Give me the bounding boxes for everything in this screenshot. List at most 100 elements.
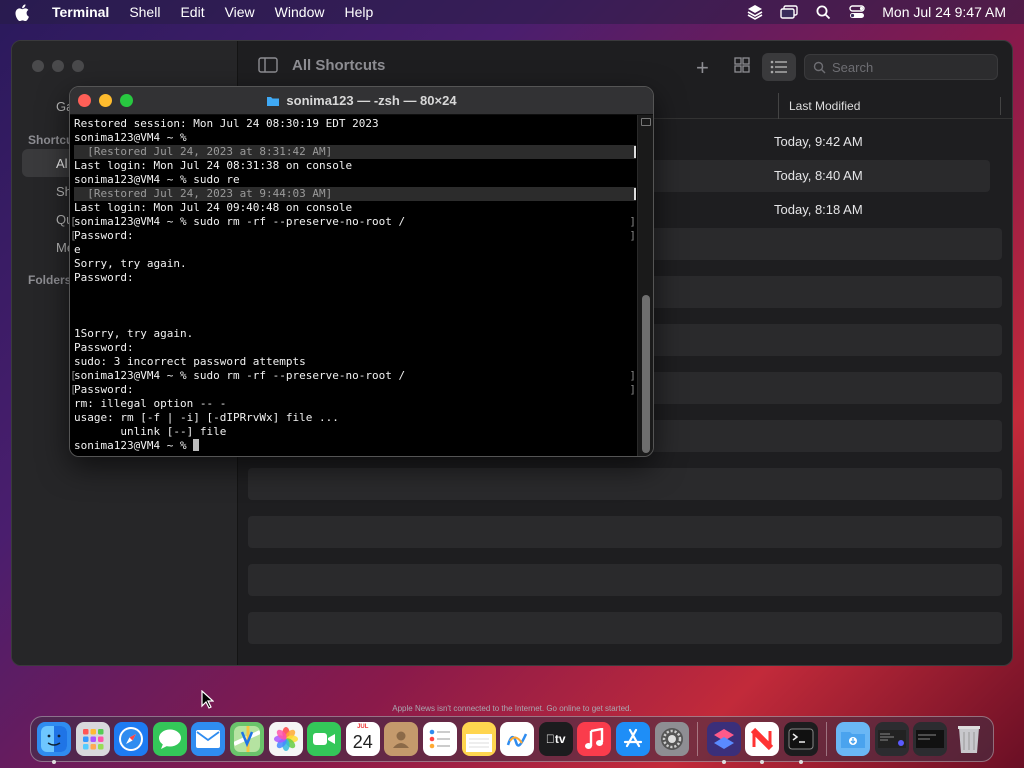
mouse-pointer-icon (201, 689, 215, 714)
shortcuts-window-controls (32, 60, 84, 72)
appstore-icon[interactable] (615, 722, 650, 756)
trash-icon[interactable] (952, 722, 986, 756)
facetime-icon[interactable] (307, 722, 342, 756)
menu-view[interactable]: View (215, 0, 265, 24)
spotlight-search-icon[interactable] (814, 3, 832, 21)
terminal-line: unlink [--] file (74, 425, 227, 438)
control-center-icon[interactable] (848, 3, 866, 21)
terminal-scrollbar[interactable] (637, 115, 653, 456)
messages-icon[interactable] (152, 722, 187, 756)
terminal-line: usage: rm [-f | -i] [-dIPRrvWx] file ... (74, 411, 339, 424)
row-last-modified: Today, 9:42 AM (774, 134, 863, 149)
terminal-line: e (74, 243, 81, 256)
add-shortcut-icon[interactable]: + (696, 55, 709, 81)
column-divider (1000, 97, 1001, 115)
grid-view-icon[interactable] (734, 57, 750, 78)
mail-icon[interactable] (191, 722, 226, 756)
system-settings-icon[interactable] (654, 722, 689, 756)
launchpad-icon[interactable] (75, 722, 110, 756)
row-last-modified: Today, 8:40 AM (774, 168, 863, 183)
terminal-line: sonima123@VM4 ~ % sudo rm -rf --preserve… (70, 215, 638, 229)
search-icon (813, 61, 826, 73)
running-indicator (52, 760, 56, 764)
minimize-button[interactable] (52, 60, 64, 72)
notes-icon[interactable] (461, 722, 496, 756)
menu-edit[interactable]: Edit (170, 0, 214, 24)
terminal-prompt-line[interactable]: sonima123@VM4 ~ % (74, 439, 638, 453)
screen-mirroring-icon[interactable] (780, 3, 798, 21)
calendar-day: 24 (352, 732, 373, 752)
calendar-icon[interactable]: JUL 24 (345, 722, 380, 756)
menu-clock[interactable]: Mon Jul 24 9:47 AM (882, 4, 1006, 20)
layers-icon[interactable] (746, 3, 764, 21)
sidebar-section-folders: Folders (28, 273, 72, 287)
column-header-last-modified[interactable]: Last Modified (778, 93, 860, 119)
scrollbar-thumb[interactable] (642, 295, 650, 453)
terminal-icon[interactable] (783, 722, 818, 764)
recent-window-icon[interactable] (874, 722, 909, 756)
terminal-title: sonima123 — -zsh — 80×24 (70, 93, 653, 108)
appletv-label: tv (546, 732, 566, 746)
empty-row (248, 564, 1002, 596)
reminders-icon[interactable] (422, 722, 457, 756)
shortcuts-app-icon[interactable] (706, 722, 741, 764)
menu-window[interactable]: Window (265, 0, 335, 24)
dock-separator (697, 722, 699, 756)
terminal-line: [Restored Jul 24, 2023 at 9:44:03 AM] (74, 187, 636, 201)
terminal-window[interactable]: sonima123 — -zsh — 80×24 Restored sessio… (69, 86, 654, 457)
menu-shell[interactable]: Shell (119, 0, 170, 24)
sidebar-toggle-icon[interactable] (258, 57, 278, 78)
folder-icon (267, 96, 280, 106)
downloads-folder-icon[interactable] (836, 722, 871, 756)
recent-terminal-window-icon[interactable] (913, 722, 948, 756)
menu-help[interactable]: Help (334, 0, 383, 24)
news-icon[interactable] (745, 722, 780, 764)
search-placeholder: Search (832, 59, 874, 75)
terminal-line: Password: (70, 229, 638, 243)
terminal-output[interactable]: Restored session: Mon Jul 24 08:30:19 ED… (70, 115, 638, 456)
calendar-month: JUL (357, 724, 369, 730)
running-indicator (721, 760, 726, 764)
empty-row (248, 612, 1002, 644)
search-field[interactable]: Search (804, 54, 998, 80)
terminal-line: [Restored Jul 24, 2023 at 8:31:42 AM] (74, 145, 636, 159)
empty-row (248, 516, 1002, 548)
terminal-line: Password: (74, 271, 134, 284)
terminal-line: Last login: Mon Jul 24 08:31:38 on conso… (74, 159, 353, 172)
finder-icon[interactable] (37, 722, 71, 764)
sidebar-item-all-shortcuts[interactable]: Al (56, 156, 68, 171)
running-indicator (760, 760, 765, 764)
zoom-button[interactable] (72, 60, 84, 72)
close-button[interactable] (32, 60, 44, 72)
empty-row (248, 468, 1002, 500)
menu-app-name[interactable]: Terminal (44, 0, 119, 24)
apple-menu-icon[interactable] (0, 3, 44, 21)
appletv-icon[interactable]: tv (538, 722, 573, 756)
terminal-line: sonima123@VM4 ~ % sudo re (74, 173, 240, 186)
menu-bar: Terminal Shell Edit View Window Help Mon… (0, 0, 1024, 24)
terminal-line: rm: illegal option -- - (74, 397, 227, 410)
dock-separator (826, 722, 828, 756)
terminal-line: sonima123@VM4 ~ % (74, 131, 187, 144)
sidebar-section-shortcuts: Shortcu (28, 133, 74, 147)
terminal-line: sonima123@VM4 ~ % sudo rm -rf --preserve… (70, 369, 638, 383)
music-icon[interactable] (577, 722, 612, 756)
maps-icon[interactable] (229, 722, 264, 756)
split-pane-icon[interactable] (641, 118, 651, 126)
terminal-line: 1Sorry, try again. (74, 327, 194, 340)
terminal-line: Sorry, try again. (74, 257, 187, 270)
list-view-icon[interactable] (762, 53, 796, 81)
page-title: All Shortcuts (292, 57, 386, 74)
freeform-icon[interactable] (500, 722, 535, 756)
terminal-line: sudo: 3 incorrect password attempts (74, 355, 306, 368)
terminal-titlebar[interactable]: sonima123 — -zsh — 80×24 (70, 87, 653, 115)
safari-icon[interactable] (114, 722, 149, 756)
terminal-prompt: sonima123@VM4 ~ % (74, 439, 194, 452)
dock: JUL 24 tv (30, 716, 994, 764)
photos-icon[interactable] (268, 722, 303, 756)
running-indicator (798, 760, 803, 764)
contacts-icon[interactable] (384, 722, 419, 756)
news-offline-notice: Apple News isn't connected to the Intern… (392, 704, 632, 713)
